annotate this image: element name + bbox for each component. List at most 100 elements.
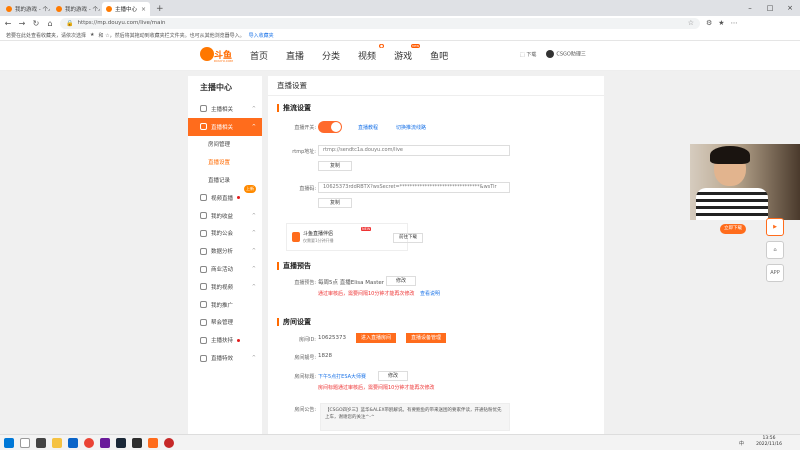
webcam-person-hair xyxy=(710,146,750,164)
nav-game-label: 游戏 xyxy=(394,52,413,62)
webcam-person-shirt xyxy=(696,188,768,220)
nav-category[interactable]: 分类 xyxy=(322,49,340,62)
download-now-button[interactable]: 立即下载 xyxy=(720,224,746,234)
notification-dot xyxy=(237,196,241,200)
close-icon[interactable]: × xyxy=(141,6,146,13)
section-room-heading: 房间设置 xyxy=(277,317,311,327)
new-tag: NEW xyxy=(361,227,372,231)
close-window-icon[interactable]: × xyxy=(780,0,800,16)
sidebar-sub-live-settings[interactable]: 直播设置 xyxy=(188,153,262,171)
nav-live[interactable]: 直播 xyxy=(286,49,304,62)
sidebar-item-video-live[interactable]: 视频直播 上新 xyxy=(188,184,262,207)
sidebar-item-business[interactable]: 商业活动 ^ xyxy=(188,260,262,278)
video-icon xyxy=(200,194,207,202)
app-icon[interactable] xyxy=(100,437,110,448)
ime-indicator[interactable]: 中 xyxy=(739,440,744,447)
chevron-up-icon: ^ xyxy=(251,230,256,237)
sidebar-item-income[interactable]: 我的收益 ^ xyxy=(188,207,262,225)
tutorial-link[interactable]: 直播教程 xyxy=(358,124,378,131)
browser-tab-active[interactable]: 主播中心 × xyxy=(102,2,150,16)
room-notice-text[interactable]: 【CSGO四岁三】蓝华&ALEX带鸥解说。有要鲍鱼的带来送困的要家伴读，开通钻粉… xyxy=(320,403,510,431)
guild-icon xyxy=(200,229,207,237)
start-icon[interactable] xyxy=(4,437,14,448)
sidebar-item-guild[interactable]: 我的公会 ^ xyxy=(188,225,262,243)
download-companion-button[interactable]: 前往下载 xyxy=(393,233,423,243)
download-link[interactable]: ⬚ 下载 xyxy=(520,51,536,58)
switch-line-link[interactable]: 切换推流线路 xyxy=(396,124,426,131)
minimize-icon[interactable]: – xyxy=(740,0,760,16)
business-icon xyxy=(200,265,207,273)
sidebar-item-label: 主播相关 xyxy=(211,106,234,113)
sidebar-item-support[interactable]: 主播扶持 xyxy=(188,331,262,349)
play-float-icon[interactable]: ▶ xyxy=(766,218,784,236)
sidebar-item-my-video[interactable]: 我的视频 ^ xyxy=(188,278,262,296)
app-icon[interactable] xyxy=(132,437,142,448)
chrome-icon[interactable] xyxy=(84,437,94,448)
copy-rtmp-button[interactable]: 复制 xyxy=(318,161,352,171)
douyu-logo[interactable]: 斗鱼 DOUYU.COM xyxy=(200,47,234,65)
chevron-up-icon: ^ xyxy=(251,123,256,130)
refresh-icon[interactable]: ↻ xyxy=(32,19,40,28)
rtmp-label: rtmp地址: xyxy=(292,149,316,155)
new-tab-button[interactable]: + xyxy=(150,2,170,16)
copy-code-button[interactable]: 复制 xyxy=(318,198,352,208)
sidebar-item-effects[interactable]: 直播特效 ^ xyxy=(188,349,262,367)
sidebar-item-anchor[interactable]: 主播相关 ^ xyxy=(188,100,262,118)
sidebar-item-promotion[interactable]: 我的推广 xyxy=(188,296,262,314)
nav-fishbar[interactable]: 鱼吧 xyxy=(430,49,448,62)
favorites-icon[interactable]: ★ xyxy=(718,19,724,27)
browser-tab[interactable]: 我的游戏 - 个人中心 - 斗鱼× xyxy=(2,2,50,16)
file-explorer-icon[interactable] xyxy=(52,437,62,448)
edge-icon[interactable] xyxy=(68,437,78,448)
nav-video[interactable]: 视频 ● xyxy=(358,44,385,62)
home-float-icon[interactable]: ⌂ xyxy=(766,241,784,259)
chevron-up-icon: ^ xyxy=(251,355,256,362)
url-field[interactable]: 🔒 https://mp.douyu.com/live/main ☆ xyxy=(60,17,700,29)
import-bookmarks-link[interactable]: 导入收藏夹 xyxy=(249,32,274,39)
user-icon xyxy=(200,105,207,113)
device-manage-button[interactable]: 直播设备管理 xyxy=(406,333,446,343)
rtmp-field[interactable]: rtmp://sendtc1a.douyu.com/live xyxy=(318,145,510,156)
webcam-overlay xyxy=(690,144,800,220)
preview-rules-link[interactable]: 查看说明 xyxy=(420,290,440,297)
clock[interactable]: 13:56 2022/11/16 xyxy=(756,436,782,448)
search-icon[interactable] xyxy=(20,437,30,448)
star-icon[interactable]: ☆ xyxy=(688,19,694,27)
nav-badge: ● xyxy=(379,44,385,48)
task-view-icon[interactable] xyxy=(36,437,46,448)
nav-video-label: 视频 xyxy=(358,52,377,62)
chevron-up-icon: ^ xyxy=(251,283,256,290)
app-icon[interactable] xyxy=(164,437,174,448)
forward-icon[interactable]: → xyxy=(18,19,26,28)
maximize-icon[interactable]: □ xyxy=(760,0,780,16)
sidebar-sub-room-manage[interactable]: 房间管理 xyxy=(188,136,262,154)
nav-game[interactable]: 游戏 new xyxy=(394,44,421,62)
douyu-companion-icon[interactable] xyxy=(148,437,158,448)
companion-promo: 斗鱼直播伴侣 仅需要1分钟开播 NEW 前往下载 xyxy=(286,223,423,251)
browser-tab[interactable]: 我的游戏 - 个人中心 - 斗鱼× xyxy=(52,2,100,16)
back-icon[interactable]: ← xyxy=(4,19,12,28)
menu-icon[interactable]: ⋯ xyxy=(731,19,738,27)
user-menu[interactable]: CSGO助理三 xyxy=(546,50,586,58)
tab-title: 我的游戏 - 个人中心 - 斗鱼 xyxy=(15,7,50,13)
home-icon[interactable]: ⌂ xyxy=(46,19,54,28)
switch-label: 直播开关: xyxy=(294,125,316,131)
effects-icon xyxy=(200,354,207,362)
chevron-up-icon: ^ xyxy=(251,248,256,255)
sidebar-item-live[interactable]: 直播相关 ^ xyxy=(188,117,262,136)
sidebar-item-gang[interactable]: 帮会管理 xyxy=(188,314,262,332)
app-float-icon[interactable]: APP xyxy=(766,264,784,282)
sidebar-item-label: 数据分析 xyxy=(211,249,234,256)
site-header: 斗鱼 DOUYU.COM 首页 直播 分类 视频 ● 游戏 new 鱼吧 ⬚ 下载 … xyxy=(0,41,800,71)
enter-room-button[interactable]: 进入直播房间 xyxy=(356,333,396,343)
extensions-icon[interactable]: ⚙ xyxy=(706,19,712,27)
steam-icon[interactable] xyxy=(116,437,126,448)
edit-title-button[interactable]: 修改 xyxy=(378,371,408,381)
stream-code-label: 直播码: xyxy=(299,186,316,192)
edit-preview-button[interactable]: 修改 xyxy=(386,276,416,286)
promo-title: 斗鱼直播伴侣 xyxy=(303,231,334,237)
sidebar-item-analytics[interactable]: 数据分析 ^ xyxy=(188,242,262,260)
live-toggle[interactable] xyxy=(318,121,342,133)
nav-home[interactable]: 首页 xyxy=(250,49,268,62)
stream-code-field[interactable]: 10625373rddRBTX?wsSecret=***************… xyxy=(318,182,510,193)
